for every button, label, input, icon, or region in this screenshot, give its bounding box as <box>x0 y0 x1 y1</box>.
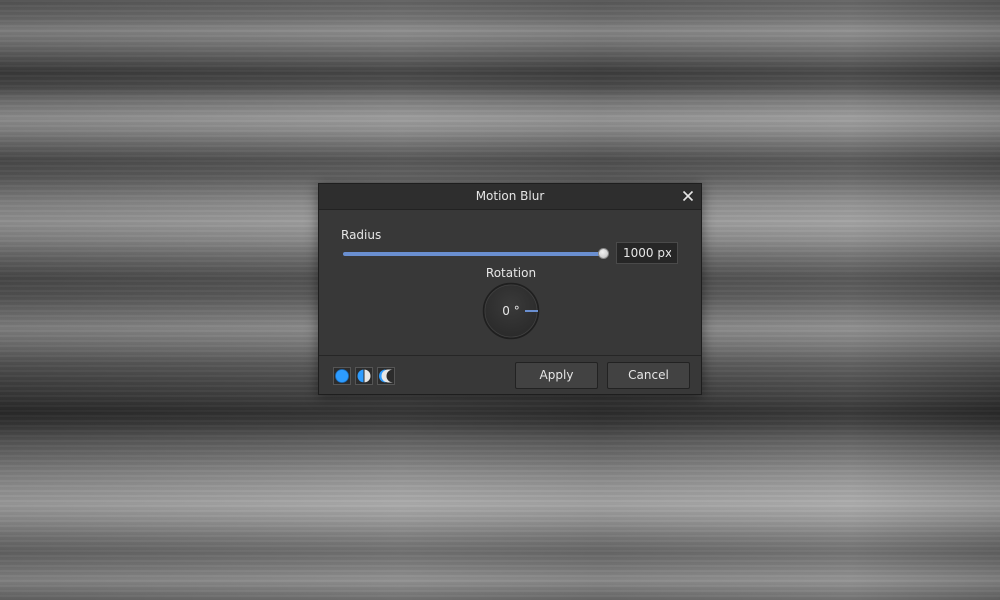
footer-divider <box>319 355 701 356</box>
split-preview-icon <box>355 367 373 385</box>
rotation-dial[interactable]: 0 ° <box>482 282 540 340</box>
close-icon <box>682 190 694 202</box>
full-preview-icon <box>333 367 351 385</box>
dialog-titlebar: Motion Blur <box>319 184 701 210</box>
apply-button[interactable]: Apply <box>515 362 598 389</box>
split-preview-button[interactable] <box>355 367 373 385</box>
cancel-button[interactable]: Cancel <box>607 362 690 389</box>
close-button[interactable] <box>679 187 697 205</box>
mirror-preview-icon <box>377 367 395 385</box>
mirror-preview-button[interactable] <box>377 367 395 385</box>
rotation-label: Rotation <box>485 266 537 280</box>
radius-slider[interactable] <box>343 248 609 259</box>
dialog-title: Motion Blur <box>475 189 545 203</box>
full-preview-button[interactable] <box>333 367 351 385</box>
radius-slider-handle[interactable] <box>598 248 609 259</box>
radius-value-input[interactable] <box>616 242 678 264</box>
rotation-dial-graphic <box>482 282 540 340</box>
radius-label: Radius <box>341 228 382 242</box>
motion-blur-dialog: Motion Blur Radius Rotation 0 ° <box>318 183 702 395</box>
radius-slider-fill <box>343 252 603 256</box>
